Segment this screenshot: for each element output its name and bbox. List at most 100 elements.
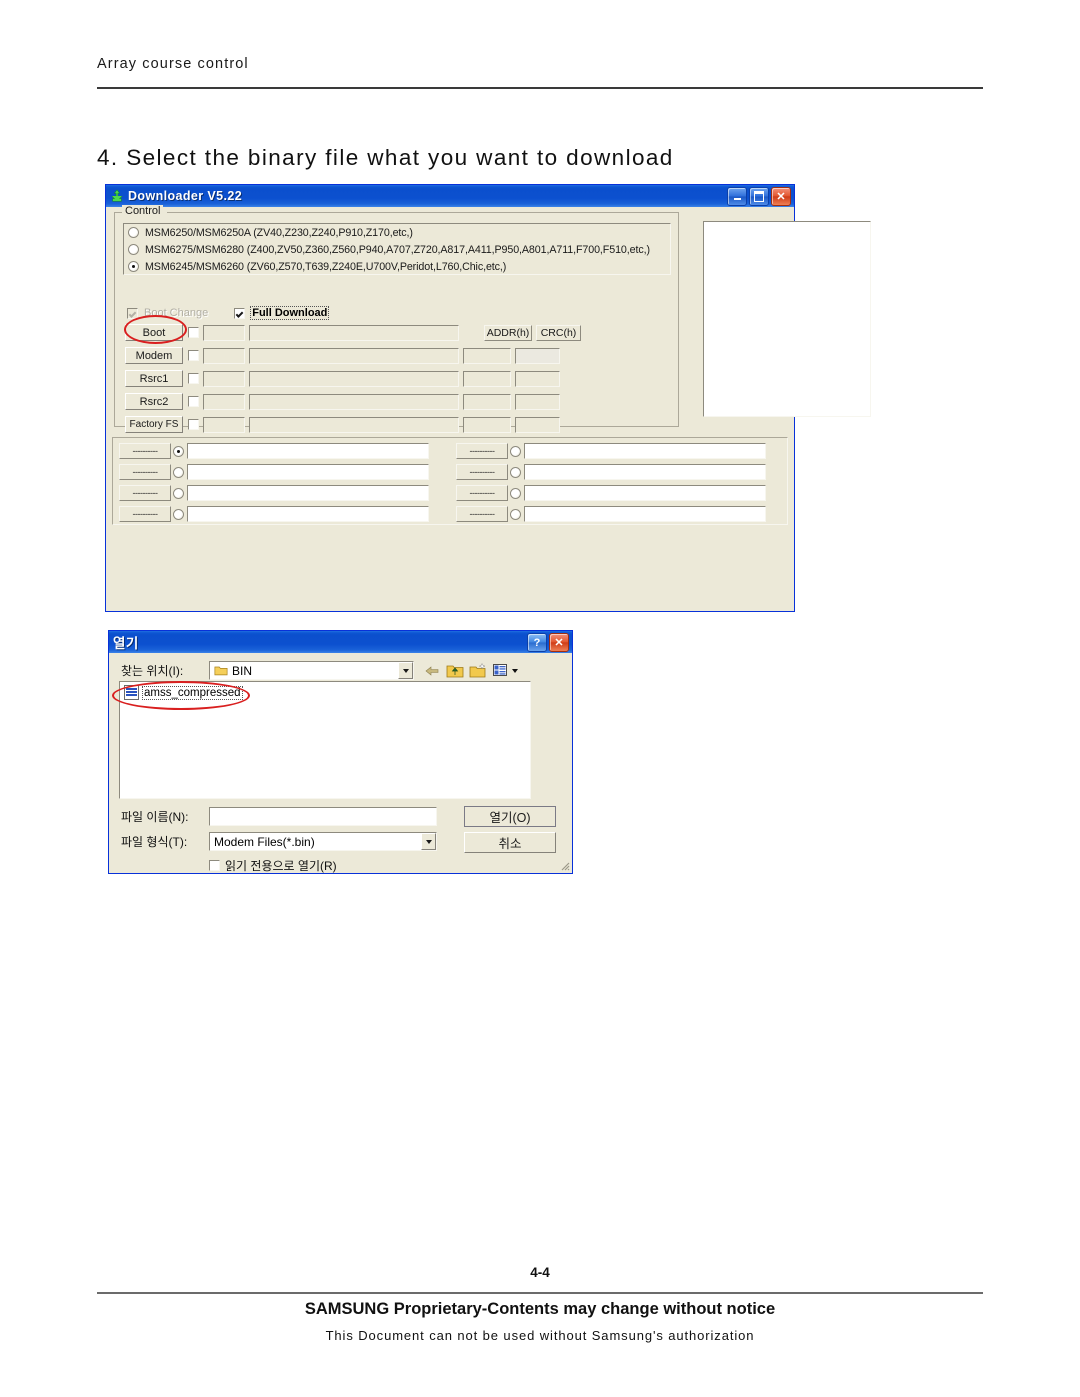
port-value-field[interactable] bbox=[187, 506, 429, 522]
new-folder-icon[interactable] bbox=[469, 662, 488, 680]
port-row-6: ---------- bbox=[456, 484, 766, 502]
maximize-button[interactable] bbox=[749, 187, 769, 206]
port-radio-icon[interactable] bbox=[173, 508, 184, 520]
port-value-field[interactable] bbox=[187, 443, 429, 459]
page-header-text: Array course control bbox=[97, 56, 249, 72]
factory-fs-addr-h-field[interactable] bbox=[463, 416, 511, 433]
port-value-field[interactable] bbox=[187, 485, 429, 501]
modem-button[interactable]: Modem bbox=[125, 347, 183, 364]
views-icon[interactable] bbox=[492, 662, 511, 680]
port-value-field[interactable] bbox=[524, 485, 766, 501]
modem-row-checkbox[interactable] bbox=[188, 350, 199, 361]
boot-path-field[interactable] bbox=[249, 324, 459, 341]
filename-label: 파일 이름(N): bbox=[121, 810, 189, 824]
lookin-row: 찾는 위치(I): BIN bbox=[121, 661, 561, 680]
port-row-5: ---------- bbox=[456, 463, 766, 481]
filetype-label: 파일 형식(T): bbox=[121, 835, 188, 849]
chevron-down-icon[interactable] bbox=[421, 833, 436, 850]
modem-path-field[interactable] bbox=[249, 347, 459, 364]
chevron-down-icon[interactable] bbox=[398, 662, 413, 679]
port-radio-icon[interactable] bbox=[510, 508, 521, 520]
cancel-button[interactable]: 취소 bbox=[464, 832, 556, 853]
rsrc2-path-field[interactable] bbox=[249, 393, 459, 410]
help-icon[interactable]: ? bbox=[527, 633, 547, 652]
port-tag: ---------- bbox=[456, 506, 508, 522]
boot-change-checkbox[interactable] bbox=[127, 307, 138, 319]
folder-icon bbox=[214, 665, 228, 676]
close-icon[interactable]: ✕ bbox=[549, 633, 569, 652]
model-option-label: MSM6275/MSM6280 (Z400,ZV50,Z360,Z560,P94… bbox=[145, 243, 650, 256]
port-value-field[interactable] bbox=[524, 506, 766, 522]
resize-grip-icon[interactable] bbox=[558, 859, 570, 871]
open-button[interactable]: 열기(O) bbox=[464, 806, 556, 827]
rsrc2-addr-field[interactable] bbox=[203, 393, 245, 410]
close-icon[interactable]: ✕ bbox=[771, 187, 791, 206]
model-option-1[interactable]: MSM6275/MSM6280 (Z400,ZV50,Z360,Z560,P94… bbox=[124, 241, 670, 258]
port-value-field[interactable] bbox=[524, 464, 766, 480]
page-number: 4-4 bbox=[530, 1265, 550, 1280]
port-row-1: ---------- bbox=[119, 463, 429, 481]
rsrc2-row-checkbox[interactable] bbox=[188, 396, 199, 407]
back-icon[interactable] bbox=[423, 662, 442, 680]
lookin-label: 찾는 위치(I): bbox=[121, 664, 184, 678]
factory-fs-crc-field[interactable] bbox=[515, 416, 560, 433]
views-chevron-down-icon[interactable] bbox=[512, 668, 518, 673]
open-dialog-titlebar[interactable]: 열기 ? ✕ bbox=[109, 631, 572, 653]
downloader-titlebar[interactable]: Downloader V5.22 ✕ bbox=[106, 185, 794, 207]
open-file-dialog: 열기 ? ✕ 찾는 위치(I): BIN amss_compressed 파일 … bbox=[108, 630, 573, 874]
footer-authorization: This Document can not be used without Sa… bbox=[325, 1328, 755, 1343]
rsrc1-addr-field[interactable] bbox=[203, 370, 245, 387]
port-radio-icon[interactable] bbox=[510, 487, 521, 499]
boot-button[interactable]: Boot bbox=[125, 324, 183, 341]
boot-addr-field[interactable] bbox=[203, 324, 245, 341]
port-row-7: ---------- bbox=[456, 505, 766, 523]
modem-addr-field[interactable] bbox=[203, 347, 245, 364]
radio-icon[interactable] bbox=[128, 244, 139, 255]
port-value-field[interactable] bbox=[187, 464, 429, 480]
port-tag: ---------- bbox=[119, 443, 171, 459]
rsrc2-addr-h-field[interactable] bbox=[463, 393, 511, 410]
log-listbox[interactable] bbox=[703, 221, 871, 417]
modem-addr-h-field[interactable] bbox=[463, 347, 511, 364]
port-tag: ---------- bbox=[119, 506, 171, 522]
full-download-checkbox[interactable] bbox=[234, 307, 246, 319]
rsrc1-path-field[interactable] bbox=[249, 370, 459, 387]
rsrc1-addr-h-field[interactable] bbox=[463, 370, 511, 387]
lookin-value: BIN bbox=[232, 663, 253, 678]
rsrc1-button[interactable]: Rsrc1 bbox=[125, 370, 183, 387]
model-selection-list[interactable]: MSM6250/MSM6250A (ZV40,Z230,Z240,P910,Z1… bbox=[123, 223, 671, 275]
port-value-field[interactable] bbox=[524, 443, 766, 459]
open-dialog-title: 열기 bbox=[113, 636, 139, 651]
readonly-checkbox[interactable] bbox=[209, 860, 220, 871]
filetype-combobox[interactable]: Modem Files(*.bin) bbox=[209, 832, 437, 851]
radio-icon[interactable] bbox=[128, 227, 139, 238]
port-radio-icon[interactable] bbox=[173, 445, 184, 457]
boot-row-checkbox[interactable] bbox=[188, 327, 199, 338]
modem-crc-field[interactable] bbox=[515, 347, 560, 364]
list-item[interactable]: amss_compressed bbox=[124, 685, 243, 700]
up-folder-icon[interactable] bbox=[446, 662, 465, 680]
boot-change-label: Boot Change bbox=[144, 307, 209, 319]
downloader-title: Downloader V5.22 bbox=[128, 189, 243, 203]
factory-fs-row-checkbox[interactable] bbox=[188, 419, 199, 430]
rsrc2-crc-field[interactable] bbox=[515, 393, 560, 410]
port-radio-icon[interactable] bbox=[173, 487, 184, 499]
model-option-2[interactable]: MSM6245/MSM6260 (ZV60,Z570,T639,Z240E,U7… bbox=[124, 258, 670, 275]
readonly-row[interactable]: 읽기 전용으로 열기(R) bbox=[209, 857, 337, 874]
file-list[interactable]: amss_compressed bbox=[119, 681, 531, 799]
factory-fs-addr-field[interactable] bbox=[203, 416, 245, 433]
rsrc1-crc-field[interactable] bbox=[515, 370, 560, 387]
rsrc1-row-checkbox[interactable] bbox=[188, 373, 199, 384]
lookin-combobox[interactable]: BIN bbox=[209, 661, 414, 680]
minimize-button[interactable] bbox=[727, 187, 747, 206]
port-radio-icon[interactable] bbox=[510, 445, 521, 457]
model-option-0[interactable]: MSM6250/MSM6250A (ZV40,Z230,Z240,P910,Z1… bbox=[124, 224, 670, 241]
radio-icon[interactable] bbox=[128, 261, 139, 272]
app-icon bbox=[111, 189, 123, 202]
port-radio-icon[interactable] bbox=[510, 466, 521, 478]
factory-fs-button[interactable]: Factory FS bbox=[125, 416, 183, 433]
factory-fs-path-field[interactable] bbox=[249, 416, 459, 433]
rsrc2-button[interactable]: Rsrc2 bbox=[125, 393, 183, 410]
port-radio-icon[interactable] bbox=[173, 466, 184, 478]
filename-input[interactable] bbox=[209, 807, 437, 826]
